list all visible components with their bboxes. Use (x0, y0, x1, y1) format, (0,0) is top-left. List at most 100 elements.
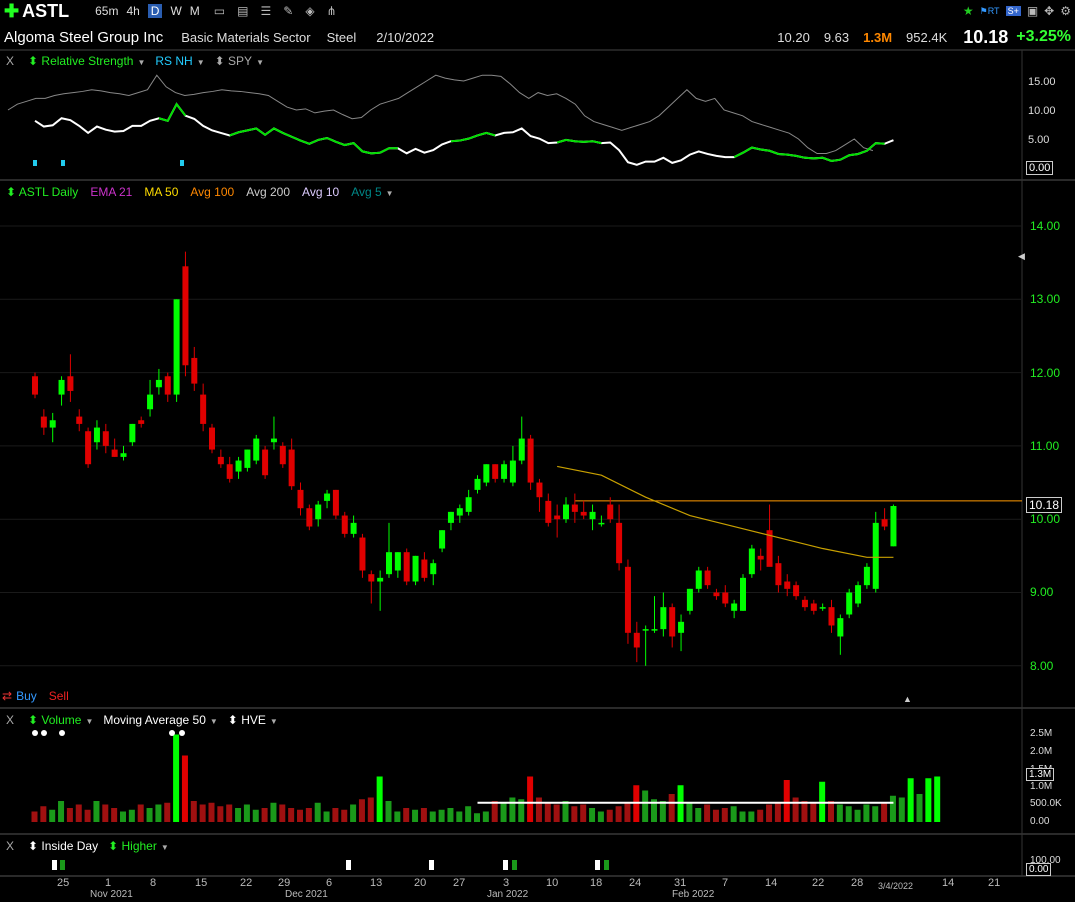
candle-body (32, 376, 38, 395)
volume-bar (49, 809, 56, 822)
volume-bar (580, 804, 587, 822)
x-tick-jan-18: 18 (590, 877, 603, 889)
higher-label[interactable]: ⬍ Higher ▼ (108, 839, 169, 853)
sell-button[interactable]: Sell (49, 689, 69, 703)
volume-bar (668, 794, 675, 822)
candle-body (678, 621, 685, 633)
hve-marker (169, 730, 175, 736)
volume-bar (226, 804, 233, 822)
candle-body (200, 394, 207, 424)
vol-tick-500k: 500.0K (1030, 798, 1062, 809)
volume-bar (589, 808, 596, 822)
candle-body (324, 493, 331, 501)
rs-highlight-segment (158, 102, 187, 122)
volume-bar (164, 802, 171, 822)
candle-body (447, 511, 454, 523)
hve-marker (41, 730, 47, 736)
volume-bar (828, 801, 834, 822)
volume-bar (925, 778, 932, 822)
volume-bar (40, 806, 47, 822)
volume-bar (836, 804, 843, 822)
volume-bar (243, 804, 250, 822)
rs-new-high-marker (180, 160, 184, 166)
vol-tick-0: 0.00 (1030, 816, 1050, 827)
candle-body (430, 563, 437, 575)
buy-button[interactable]: Buy (16, 689, 37, 703)
volume-bar (544, 802, 551, 822)
candle-body (244, 449, 251, 468)
volume-label[interactable]: ⬍ Volume ▼ (28, 713, 93, 727)
rs-new-high-marker (33, 160, 37, 166)
pattern-marker (52, 860, 57, 870)
candle-body (209, 427, 215, 450)
candle-body (651, 629, 658, 631)
volume-bar (774, 802, 781, 822)
x-tick-nov-8: 8 (150, 877, 157, 889)
volume-bar (748, 811, 755, 822)
x-tick-dec-20: 20 (414, 877, 427, 889)
candle-body (182, 266, 189, 366)
scroll-left-icon[interactable]: ◀ (1018, 251, 1025, 262)
volume-bar (783, 780, 790, 822)
candle-body (793, 585, 800, 597)
inside-day-text: Inside Day (41, 839, 99, 853)
x-tick-dec-6: 6 (326, 877, 333, 889)
candle-body (545, 500, 552, 523)
volume-bar (535, 797, 542, 822)
candle-body (226, 464, 233, 479)
volume-bar (420, 808, 427, 822)
x-tick-dec-13: 13 (370, 877, 383, 889)
chart-canvas[interactable] (0, 0, 1075, 902)
x-tick-feb-22: 22 (812, 877, 825, 889)
x-tick-nov-1: 1 (105, 877, 112, 889)
volume-bar (500, 802, 507, 822)
candle-body (563, 504, 569, 520)
volume-bar (845, 806, 852, 822)
candle-body (740, 577, 746, 611)
candle-body (518, 438, 525, 461)
volume-current-label: 1.3M (1026, 768, 1055, 781)
volume-bar (279, 804, 286, 822)
candle-body (624, 566, 631, 633)
candle-body (93, 427, 100, 443)
volume-bar (252, 809, 259, 822)
volume-bar (128, 809, 135, 822)
candle-body (76, 416, 83, 424)
x-tick-jan-3: 3 (503, 877, 510, 889)
volume-bar (704, 804, 711, 822)
candle-body (536, 482, 543, 498)
candle-body (412, 555, 419, 582)
volume-pane-close[interactable]: X (6, 713, 14, 727)
candle-body (837, 618, 844, 637)
volume-bar (235, 808, 242, 822)
candle-body (881, 519, 888, 527)
hve-label[interactable]: ⬍ HVE ▼ (228, 713, 278, 727)
candle-body (509, 460, 516, 483)
trade-buttons: ⇄ Buy Sell (2, 689, 69, 703)
candle-body (775, 563, 782, 586)
volume-bar (792, 797, 799, 822)
scroll-up-icon[interactable]: ▲ (903, 694, 912, 704)
vol-ma-label[interactable]: Moving Average 50 ▼ (103, 713, 217, 727)
pattern-tick-0: 0.00 (1026, 863, 1052, 876)
rs-tick-5: 5.00 (1028, 134, 1050, 146)
spy-comparison-line (7, 74, 874, 154)
volume-bar (217, 806, 224, 822)
candle-body (58, 379, 65, 395)
candle-body (828, 607, 835, 626)
candle-body (722, 592, 729, 604)
pattern-marker (595, 860, 600, 870)
volume-bar (730, 806, 737, 822)
volume-bar (155, 804, 162, 822)
x-tick-jan-10: 10 (546, 877, 559, 889)
pattern-pane-close[interactable]: X (6, 839, 14, 853)
x-axis: 25 1 8 15 22 29 6 13 20 27 3 10 18 24 31… (0, 877, 1022, 902)
volume-bar (84, 809, 91, 822)
candle-body (465, 497, 472, 512)
price-tick-10: 10.00 (1030, 512, 1061, 526)
inside-day-label[interactable]: ⬍ Inside Day (28, 839, 98, 853)
volume-bar (137, 804, 144, 822)
candle-body (748, 548, 755, 575)
volume-bar (881, 802, 888, 822)
volume-bar (615, 806, 622, 822)
